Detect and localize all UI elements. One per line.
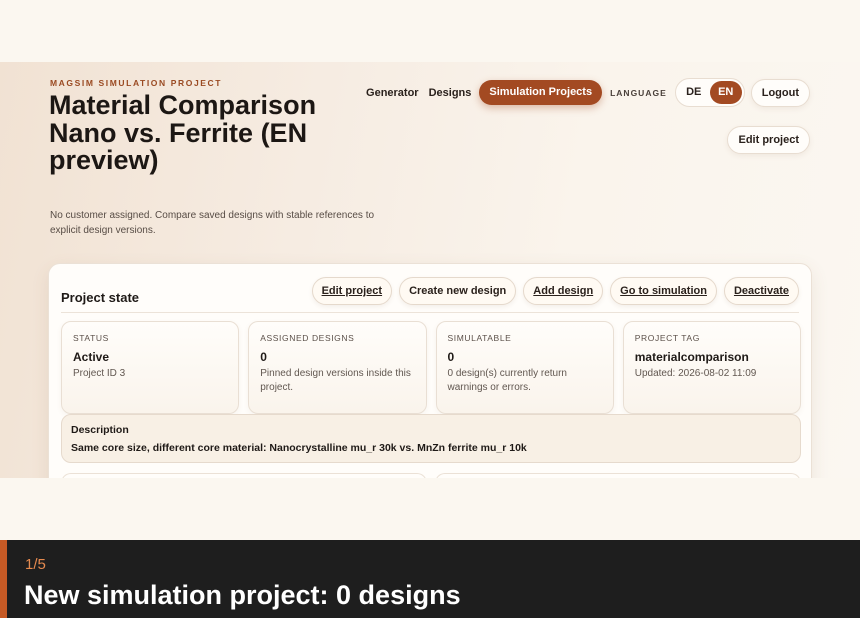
caption-bar: 1/5 New simulation project: 0 designs xyxy=(0,540,860,618)
go-to-simulation-button[interactable]: Go to simulation xyxy=(610,277,717,305)
stat-value: materialcomparison xyxy=(634,350,749,364)
stat-label: SIMULATABLE xyxy=(447,333,512,343)
language-label: LANGUAGE xyxy=(610,87,667,98)
edit-project-button[interactable]: Edit project xyxy=(311,277,393,305)
language-toggle: DE EN xyxy=(674,78,745,107)
stat-simulatable: SIMULATABLE 0 0 design(s) currently retu… xyxy=(435,321,614,414)
stat-note: Pinned design versions inside this proje… xyxy=(260,368,411,393)
stat-value: 0 xyxy=(447,350,455,364)
page-title: Material Comparison Nano vs. Ferrite (EN… xyxy=(49,90,317,175)
stat-note: Updated: 2026-08-02 11:09 xyxy=(634,368,757,379)
description-label: Description xyxy=(71,424,129,436)
logout-button[interactable]: Logout xyxy=(750,78,810,107)
stat-note: 0 design(s) currently return warnings or… xyxy=(447,368,568,393)
stat-assigned-designs: ASSIGNED DESIGNS 0 Pinned design version… xyxy=(248,321,427,414)
stat-label: STATUS xyxy=(73,333,109,343)
description-text: Same core size, different core material:… xyxy=(71,442,527,454)
stat-label: PROJECT TAG xyxy=(634,333,700,343)
nav-designs[interactable]: Designs xyxy=(427,87,474,99)
caption-step-counter: 1/5 xyxy=(25,556,46,573)
card-actions: Edit project Create new design Add desig… xyxy=(311,277,799,305)
project-hero: MAGSIM SIMULATION PROJECT Material Compa… xyxy=(0,62,860,478)
caption-accent-bar xyxy=(0,540,7,618)
page-eyebrow: MAGSIM SIMULATION PROJECT xyxy=(50,78,223,88)
nav-generator[interactable]: Generator xyxy=(364,87,421,99)
next-section-card-right xyxy=(435,473,801,478)
nav-simulation-projects[interactable]: Simulation Projects xyxy=(479,80,603,105)
stat-label: ASSIGNED DESIGNS xyxy=(260,333,355,343)
language-de-button[interactable]: DE xyxy=(678,81,710,104)
page-subtitle: No customer assigned. Compare saved desi… xyxy=(50,210,375,236)
stat-note: Project ID 3 xyxy=(73,368,126,379)
deactivate-button[interactable]: Deactivate xyxy=(723,277,799,305)
card-title: Project state xyxy=(61,290,140,305)
language-en-button[interactable]: EN xyxy=(709,81,742,104)
stat-project-tag: PROJECT TAG materialcomparison Updated: … xyxy=(622,321,801,414)
add-design-button[interactable]: Add design xyxy=(523,277,604,305)
next-section-card-left xyxy=(61,473,427,478)
stat-value: Active xyxy=(73,350,110,364)
edit-project-button-header[interactable]: Edit project xyxy=(727,126,810,154)
card-divider xyxy=(61,312,799,313)
stat-value: 0 xyxy=(260,350,267,364)
project-state-card: Project state Edit project Create new de… xyxy=(48,263,812,478)
caption-title: New simulation project: 0 designs xyxy=(24,580,461,610)
stats-grid: STATUS Active Project ID 3 ASSIGNED DESI… xyxy=(61,321,801,414)
create-new-design-button[interactable]: Create new design xyxy=(399,277,517,305)
top-navigation: Generator Designs Simulation Projects LA… xyxy=(364,78,810,107)
stat-status: STATUS Active Project ID 3 xyxy=(61,321,240,414)
description-box: Description Same core size, different co… xyxy=(61,414,801,463)
